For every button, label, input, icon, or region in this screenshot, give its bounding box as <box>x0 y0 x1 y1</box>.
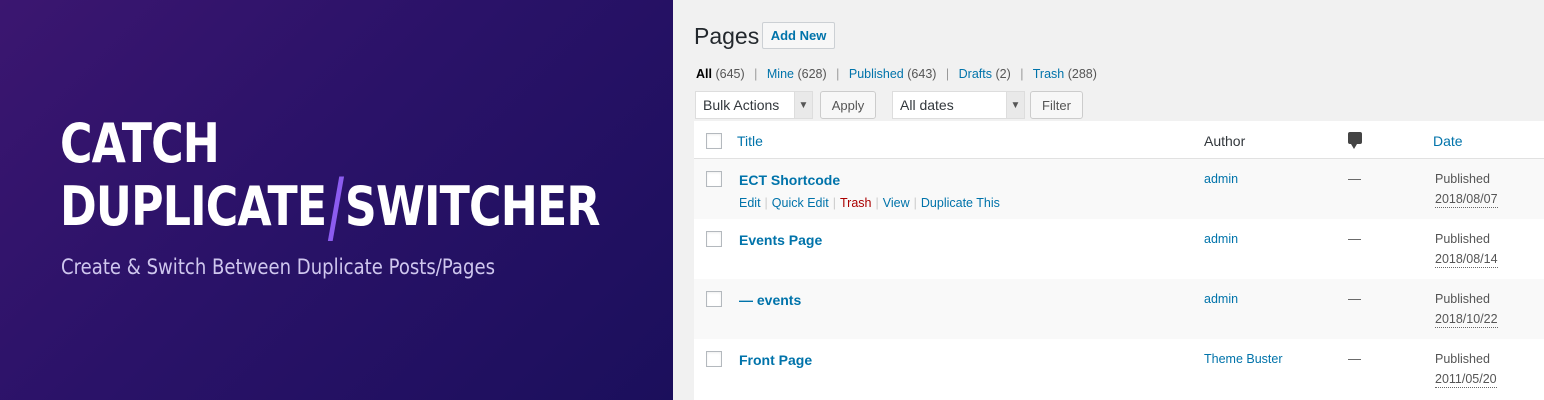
filter-drafts-count: (2) <box>995 67 1011 81</box>
pages-table: Title Author Date ECT Shortcode Edit | Qui… <box>694 121 1544 400</box>
add-new-button[interactable]: Add New <box>762 22 835 49</box>
row-status: Published <box>1435 292 1490 306</box>
banner-title-switcher: SWITCHER <box>344 175 601 238</box>
filter-mine[interactable]: Mine <box>767 67 794 81</box>
edit-link[interactable]: Edit <box>739 196 761 210</box>
promo-banner: CATCH DUPLICATE/SWITCHER Create & Switch… <box>0 0 673 400</box>
banner-title-duplicate: DUPLICATE <box>60 175 327 238</box>
banner-title-slash: / <box>327 160 344 253</box>
row-comments: — <box>1348 171 1361 186</box>
row-author[interactable]: admin <box>1204 292 1238 306</box>
quick-edit-link[interactable]: Quick Edit <box>772 196 829 210</box>
table-row: Events Page admin — Published 2018/08/14 <box>694 219 1544 279</box>
bulk-actions-value: Bulk Actions <box>703 97 780 113</box>
row-title[interactable]: Front Page <box>739 352 812 368</box>
column-title[interactable]: Title <box>737 133 763 149</box>
filter-trash-count: (288) <box>1067 67 1097 81</box>
row-author[interactable]: admin <box>1204 232 1238 246</box>
row-checkbox[interactable] <box>706 351 722 367</box>
select-all-checkbox[interactable] <box>706 133 722 149</box>
filter-published-count: (643) <box>907 67 937 81</box>
table-row: ECT Shortcode Edit | Quick Edit | Trash | View… <box>694 159 1544 219</box>
row-comments: — <box>1348 291 1361 306</box>
table-header: Title Author Date <box>694 121 1544 159</box>
row-comments: — <box>1348 351 1361 366</box>
chevron-down-icon: ▼ <box>1006 92 1024 118</box>
filter-button[interactable]: Filter <box>1030 91 1083 119</box>
row-checkbox[interactable] <box>706 231 722 247</box>
wp-admin-pages: Pages Add New All (645) | Mine (628) | P… <box>673 0 1544 400</box>
row-actions: Edit | Quick Edit | Trash | View | Duplicate Thi… <box>739 196 1000 210</box>
row-date: 2011/05/20 <box>1435 372 1497 388</box>
row-date: 2018/08/14 <box>1435 252 1498 268</box>
duplicate-link[interactable]: Duplicate This <box>921 196 1000 210</box>
banner-title: CATCH DUPLICATE/SWITCHER <box>60 112 601 252</box>
filter-separator: | <box>836 67 840 81</box>
trash-link[interactable]: Trash <box>840 196 872 210</box>
chevron-down-icon: ▼ <box>794 92 812 118</box>
table-row: — events admin — Published 2018/10/22 <box>694 279 1544 339</box>
row-title[interactable]: Events Page <box>739 232 822 248</box>
row-status: Published <box>1435 172 1490 186</box>
bulk-actions-select[interactable]: Bulk Actions ▼ <box>695 91 813 119</box>
page-title: Pages <box>694 23 760 49</box>
filter-separator: | <box>754 67 758 81</box>
filter-separator: | <box>1020 67 1024 81</box>
column-date[interactable]: Date <box>1433 133 1463 149</box>
dates-select[interactable]: All dates ▼ <box>892 91 1025 119</box>
filter-all[interactable]: All <box>696 67 712 81</box>
column-author: Author <box>1204 133 1246 149</box>
row-author[interactable]: admin <box>1204 172 1238 186</box>
banner-title-line2: DUPLICATE/SWITCHER <box>60 161 601 252</box>
row-checkbox[interactable] <box>706 291 722 307</box>
row-date: 2018/08/07 <box>1435 192 1498 208</box>
view-link[interactable]: View <box>883 196 910 210</box>
apply-button[interactable]: Apply <box>820 91 876 119</box>
action-separator: | <box>875 196 879 210</box>
row-status: Published <box>1435 352 1490 366</box>
banner-subtitle: Create & Switch Between Duplicate Posts/… <box>61 255 495 279</box>
status-filter-links: All (645) | Mine (628) | Published (643)… <box>696 67 1097 81</box>
row-author[interactable]: Theme Buster <box>1204 352 1283 366</box>
action-separator: | <box>764 196 768 210</box>
action-separator: | <box>832 196 837 210</box>
filter-published[interactable]: Published <box>849 67 904 81</box>
row-title[interactable]: — events <box>739 292 801 308</box>
row-status: Published <box>1435 232 1490 246</box>
filter-mine-count: (628) <box>797 67 827 81</box>
filter-drafts[interactable]: Drafts <box>959 67 992 81</box>
table-row: Front Page Theme Buster — Published 2011… <box>694 339 1544 399</box>
filter-trash[interactable]: Trash <box>1033 67 1065 81</box>
comment-bubble-icon[interactable] <box>1348 132 1362 149</box>
row-comments: — <box>1348 231 1361 246</box>
dates-value: All dates <box>900 97 954 113</box>
filter-all-count: (645) <box>715 67 745 81</box>
filter-separator: | <box>945 67 950 81</box>
row-date: 2018/10/22 <box>1435 312 1498 328</box>
action-separator: | <box>913 196 917 210</box>
row-checkbox[interactable] <box>706 171 722 187</box>
row-title[interactable]: ECT Shortcode <box>739 172 840 188</box>
